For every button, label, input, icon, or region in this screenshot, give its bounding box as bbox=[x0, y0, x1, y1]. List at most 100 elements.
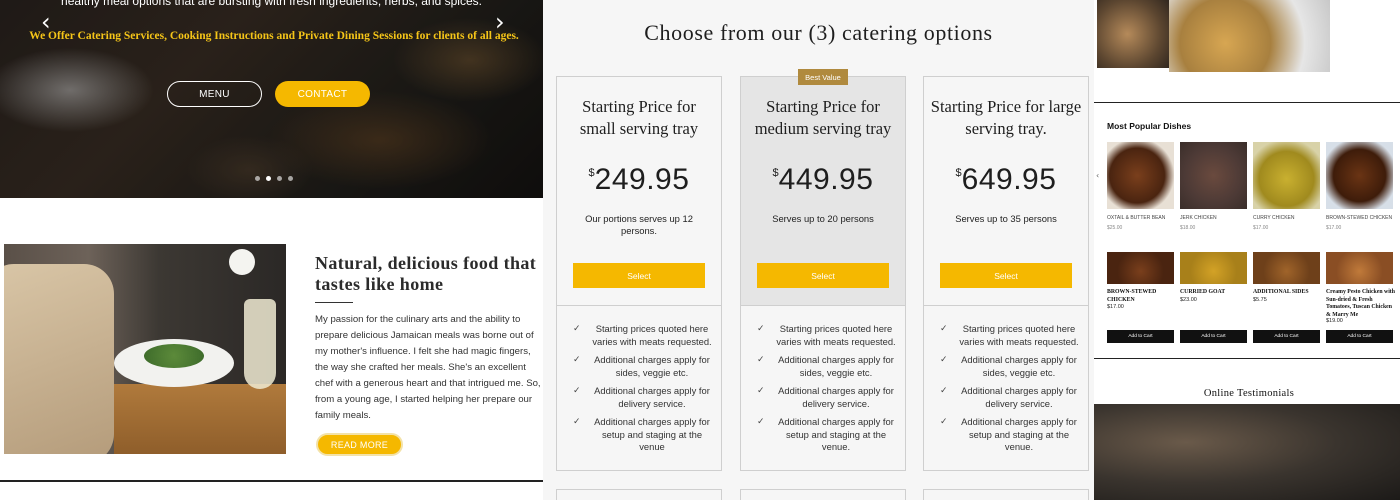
dish-image[interactable] bbox=[1326, 252, 1393, 284]
add-to-cart-button[interactable]: Add to Cart bbox=[1253, 330, 1320, 343]
chef-photo bbox=[4, 244, 286, 454]
dish-name[interactable]: CURRY CHICKEN bbox=[1253, 215, 1323, 221]
feature-text: Additional charges apply for setup and s… bbox=[961, 416, 1077, 452]
carousel-prev-icon[interactable]: ‹ bbox=[1096, 171, 1099, 180]
currency-symbol: $ bbox=[955, 167, 962, 179]
dish-name[interactable]: JERK CHICKEN bbox=[1180, 215, 1250, 221]
slider-dot[interactable] bbox=[277, 176, 282, 181]
feature-item: ✓ Additional charges apply for sides, ve… bbox=[573, 354, 713, 379]
contact-button[interactable]: CONTACT bbox=[275, 81, 370, 107]
add-to-cart-button[interactable]: Add to Cart bbox=[1326, 330, 1393, 343]
card-price: $449.95 bbox=[741, 163, 905, 197]
feature-list: ✓ Starting prices quoted here varies wit… bbox=[940, 323, 1080, 460]
dish-image[interactable] bbox=[1107, 252, 1174, 284]
dish-image[interactable] bbox=[1107, 142, 1174, 209]
card-serves-text: Our portions serves up 12 persons. bbox=[585, 213, 693, 236]
feature-item: ✓ Additional charges apply for setup and… bbox=[940, 416, 1080, 454]
dish-image[interactable] bbox=[1326, 142, 1393, 209]
dish-image[interactable] bbox=[1180, 252, 1247, 284]
photo-diner-arm bbox=[4, 264, 114, 454]
dish-name[interactable]: ADDITIONAL SIDES bbox=[1253, 289, 1323, 297]
feature-list: ✓ Starting prices quoted here varies wit… bbox=[573, 323, 713, 460]
feature-item: ✓ Starting prices quoted here varies wit… bbox=[573, 323, 713, 348]
left-panel: healthy meal options that are bursting w… bbox=[0, 0, 543, 500]
dish-price: $17.00 bbox=[1107, 304, 1124, 310]
check-icon: ✓ bbox=[940, 355, 948, 365]
feature-item: ✓ Additional charges apply for delivery … bbox=[757, 385, 897, 410]
check-icon: ✓ bbox=[573, 324, 581, 334]
check-icon: ✓ bbox=[573, 386, 581, 396]
pricing-card: Starting Price for medium serving tray $… bbox=[740, 76, 906, 471]
select-button[interactable]: Select bbox=[940, 263, 1072, 288]
read-more-button[interactable]: READ MORE bbox=[316, 433, 403, 456]
card-heading: Starting Price for small serving tray bbox=[579, 97, 699, 138]
gallery-image bbox=[1169, 0, 1330, 72]
photo-table bbox=[114, 384, 286, 454]
feature-item: ✓ Additional charges apply for setup and… bbox=[757, 416, 897, 454]
dish-image[interactable] bbox=[1180, 142, 1247, 209]
about-heading: Natural, delicious food that tastes like… bbox=[315, 253, 537, 294]
feature-text: Starting prices quoted here varies with … bbox=[776, 323, 896, 347]
about-body-text: My passion for the culinary arts and the… bbox=[315, 314, 541, 421]
slider-dot[interactable] bbox=[255, 176, 260, 181]
feature-text: Starting prices quoted here varies with … bbox=[592, 323, 712, 347]
feature-list: ✓ Starting prices quoted here varies wit… bbox=[757, 323, 897, 460]
photo-flower bbox=[229, 249, 255, 275]
slider-dot[interactable] bbox=[288, 176, 293, 181]
next-row-card bbox=[556, 489, 722, 500]
select-button[interactable]: Select bbox=[573, 263, 705, 288]
dish-image[interactable] bbox=[1253, 142, 1320, 209]
price-amount: 649.95 bbox=[961, 163, 1057, 196]
feature-text: Additional charges apply for delivery se… bbox=[778, 385, 894, 409]
card-price: $249.95 bbox=[557, 163, 721, 197]
dish-name[interactable]: BROWN-STEWED CHICKEN bbox=[1326, 215, 1396, 221]
dish-image[interactable] bbox=[1253, 252, 1320, 284]
check-icon: ✓ bbox=[940, 386, 948, 396]
card-divider bbox=[557, 305, 721, 306]
dish-price: $17.00 bbox=[1326, 225, 1342, 231]
feature-item: ✓ Additional charges apply for delivery … bbox=[940, 385, 1080, 410]
card-heading: Starting Price for medium serving tray bbox=[754, 97, 892, 138]
slider-dot[interactable] bbox=[266, 176, 271, 181]
feature-text: Additional charges apply for sides, vegg… bbox=[778, 354, 894, 378]
feature-item: ✓ Additional charges apply for sides, ve… bbox=[940, 354, 1080, 379]
right-panel: Most Popular Dishes ‹ OXTAIL & BUTTER BE… bbox=[1094, 0, 1400, 500]
add-to-cart-button[interactable]: Add to Cart bbox=[1180, 330, 1247, 343]
check-icon: ✓ bbox=[940, 417, 948, 427]
dish-name[interactable]: BROWN-STEWED CHICKEN bbox=[1107, 289, 1177, 304]
feature-text: Starting prices quoted here varies with … bbox=[959, 323, 1079, 347]
dish-price: $25.00 bbox=[1107, 225, 1123, 231]
select-button[interactable]: Select bbox=[757, 263, 889, 288]
pricing-title: Choose from our (3) catering options bbox=[644, 20, 993, 45]
next-row-card bbox=[923, 489, 1089, 500]
feature-item: ✓ Additional charges apply for setup and… bbox=[573, 416, 713, 454]
feature-text: Additional charges apply for delivery se… bbox=[594, 385, 710, 409]
check-icon: ✓ bbox=[573, 417, 581, 427]
dish-price: $17.00 bbox=[1253, 225, 1269, 231]
dish-price: $23.00 bbox=[1180, 297, 1197, 303]
dish-name[interactable]: CURRIED GOAT bbox=[1180, 289, 1250, 297]
feature-item: ✓ Starting prices quoted here varies wit… bbox=[757, 323, 897, 348]
check-icon: ✓ bbox=[757, 417, 765, 427]
check-icon: ✓ bbox=[573, 355, 581, 365]
pricing-card: Starting Price for large serving tray. $… bbox=[923, 76, 1089, 471]
feature-text: Additional charges apply for sides, vegg… bbox=[961, 354, 1077, 378]
menu-button[interactable]: MENU bbox=[167, 81, 262, 107]
slider-next-arrow-icon[interactable]: › bbox=[495, 10, 505, 34]
next-row-card bbox=[740, 489, 906, 500]
card-price: $649.95 bbox=[924, 163, 1088, 197]
card-heading: Starting Price for large serving tray. bbox=[930, 97, 1082, 138]
check-icon: ✓ bbox=[757, 324, 765, 334]
slider-dots bbox=[255, 176, 293, 181]
dish-name[interactable]: Creamy Pesto Chicken with Sun-dried & Fr… bbox=[1326, 289, 1396, 319]
slider-prev-arrow-icon[interactable]: ‹ bbox=[41, 10, 51, 34]
dish-price: $5.75 bbox=[1253, 297, 1267, 303]
check-icon: ✓ bbox=[757, 386, 765, 396]
testimonials-title: Online Testimonials bbox=[1203, 388, 1295, 399]
dish-price: $18.00 bbox=[1180, 225, 1196, 231]
add-to-cart-button[interactable]: Add to Cart bbox=[1107, 330, 1174, 343]
section-divider bbox=[1094, 102, 1400, 103]
dish-name[interactable]: OXTAIL & BUTTER BEAN bbox=[1107, 215, 1177, 221]
gallery-image bbox=[1097, 0, 1173, 68]
popular-dishes-title: Most Popular Dishes bbox=[1107, 121, 1192, 131]
